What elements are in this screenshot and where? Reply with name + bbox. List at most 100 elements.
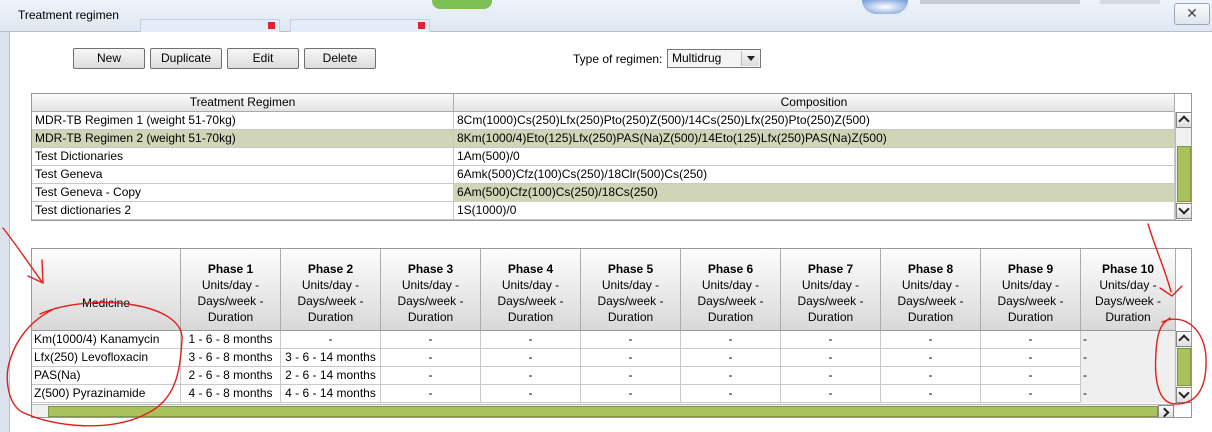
column-header-phase-8[interactable]: Phase 8 Units/day - Days/week - Duration bbox=[881, 249, 981, 331]
phase-dosage-cell[interactable]: - bbox=[281, 331, 381, 349]
chevron-down-icon[interactable] bbox=[741, 51, 759, 66]
phase-dosage-cell[interactable]: - bbox=[681, 367, 781, 385]
phase-dosage-cell[interactable]: - bbox=[1081, 367, 1176, 385]
background-app-graphic bbox=[920, 0, 1080, 4]
phase-dosage-cell[interactable]: - bbox=[981, 385, 1081, 403]
column-header-phase-5[interactable]: Phase 5 Units/day - Days/week - Duration bbox=[581, 249, 681, 331]
phase-dosage-cell[interactable]: - bbox=[981, 367, 1081, 385]
regimen-row[interactable]: Test Geneva 6Amk(500)Cfz(100)Cs(250)/18C… bbox=[32, 166, 1175, 184]
regimen-row[interactable]: Test dictionaries 2 1S(1000)/0 bbox=[32, 202, 1175, 220]
phase-dosage-cell[interactable]: - bbox=[581, 385, 681, 403]
phase-dosage-cell[interactable]: - bbox=[381, 367, 481, 385]
scroll-down-icon[interactable] bbox=[1176, 203, 1191, 219]
phase-dosage-cell[interactable]: - bbox=[881, 367, 981, 385]
phase-dosage-cell[interactable]: - bbox=[381, 385, 481, 403]
phase-dosage-cell[interactable]: - bbox=[781, 385, 881, 403]
medicine-row[interactable]: Z(500) Pyrazinamide 4 - 6 - 8 months 4 - 6… bbox=[32, 385, 1176, 403]
regimen-composition: 1Am(500)/0 bbox=[454, 148, 1175, 166]
new-button[interactable]: New bbox=[73, 48, 145, 69]
phase-title: Phase 4 bbox=[507, 262, 554, 276]
phase-dosage-cell[interactable]: - bbox=[781, 349, 881, 367]
phase-subtitle: Days/week - bbox=[797, 294, 864, 308]
medicine-vertical-scrollbar[interactable] bbox=[1175, 331, 1191, 404]
scroll-thumb[interactable] bbox=[1177, 146, 1191, 202]
close-button[interactable]: ✕ bbox=[1174, 3, 1210, 25]
phase-subtitle: Units/day - bbox=[501, 278, 560, 292]
phase-subtitle: Duration bbox=[307, 310, 354, 324]
column-header-phase-2[interactable]: Phase 2 Units/day - Days/week - Duration bbox=[281, 249, 381, 331]
phase-dosage-cell[interactable]: 4 - 6 - 14 months bbox=[281, 385, 381, 403]
phase-title: Phase 8 bbox=[907, 262, 954, 276]
phase-dosage-cell[interactable]: - bbox=[381, 349, 481, 367]
scroll-thumb[interactable] bbox=[1177, 348, 1191, 386]
phase-dosage-cell[interactable]: - bbox=[1081, 349, 1176, 367]
background-tab bbox=[140, 19, 280, 32]
phase-dosage-cell[interactable]: - bbox=[681, 331, 781, 349]
column-header-phase-10[interactable]: Phase 10 Units/day - Days/week - Duration bbox=[1081, 249, 1176, 331]
column-header-medicine[interactable]: Medicine bbox=[32, 249, 181, 331]
phase-dosage-cell[interactable]: - bbox=[1081, 385, 1176, 403]
phase-dosage-cell[interactable]: - bbox=[881, 349, 981, 367]
phase-dosage-cell[interactable]: 2 - 6 - 14 months bbox=[281, 367, 381, 385]
duplicate-button[interactable]: Duplicate bbox=[150, 48, 222, 69]
scroll-thumb-horizontal[interactable] bbox=[48, 406, 1158, 417]
phase-dosage-cell[interactable]: - bbox=[781, 367, 881, 385]
regimen-composition: 1S(1000)/0 bbox=[454, 202, 1175, 220]
delete-button[interactable]: Delete bbox=[304, 48, 376, 69]
column-header-phase-3[interactable]: Phase 3 Units/day - Days/week - Duration bbox=[381, 249, 481, 331]
column-header-phase-9[interactable]: Phase 9 Units/day - Days/week - Duration bbox=[981, 249, 1081, 331]
phase-subtitle: Units/day - bbox=[1099, 278, 1157, 292]
phase-dosage-cell[interactable]: - bbox=[781, 331, 881, 349]
phase-subtitle: Duration bbox=[607, 310, 654, 324]
phase-subtitle: Days/week - bbox=[897, 294, 964, 308]
phase-dosage-cell[interactable]: - bbox=[881, 331, 981, 349]
phase-dosage-cell[interactable]: - bbox=[481, 367, 581, 385]
phase-dosage-cell[interactable]: - bbox=[1081, 331, 1176, 349]
regimen-vertical-scrollbar[interactable] bbox=[1175, 112, 1191, 220]
phase-dosage-cell[interactable]: 2 - 6 - 8 months bbox=[181, 367, 281, 385]
medicine-row[interactable]: PAS(Na) 2 - 6 - 8 months 2 - 6 - 14 months… bbox=[32, 367, 1176, 385]
medicine-horizontal-scrollbar[interactable] bbox=[32, 404, 1175, 417]
column-header-phase-7[interactable]: Phase 7 Units/day - Days/week - Duration bbox=[781, 249, 881, 331]
phase-dosage-cell[interactable]: 1 - 6 - 8 months bbox=[181, 331, 281, 349]
phase-dosage-cell[interactable]: 3 - 6 - 8 months bbox=[181, 349, 281, 367]
scroll-up-icon[interactable] bbox=[1176, 112, 1191, 128]
regimen-row-selected[interactable]: MDR-TB Regimen 2 (weight 51-70kg) 8Km(10… bbox=[32, 130, 1175, 148]
scroll-down-icon[interactable] bbox=[1176, 387, 1191, 403]
regimen-row[interactable]: Test Dictionaries 1Am(500)/0 bbox=[32, 148, 1175, 166]
phase-dosage-cell[interactable]: - bbox=[381, 331, 481, 349]
phase-dosage-cell[interactable]: - bbox=[581, 367, 681, 385]
column-header-phase-1[interactable]: Phase 1 Units/day - Days/week - Duration bbox=[181, 249, 281, 331]
edit-button[interactable]: Edit bbox=[227, 48, 299, 69]
phase-dosage-cell[interactable]: 3 - 6 - 14 months bbox=[281, 349, 381, 367]
phase-dosage-cell[interactable]: - bbox=[581, 349, 681, 367]
medicine-row[interactable]: Km(1000/4) Kanamycin 1 - 6 - 8 months - - - -… bbox=[32, 331, 1176, 349]
regimen-type-select[interactable]: Multidrug bbox=[667, 49, 761, 68]
phase-subtitle: Duration bbox=[1105, 310, 1151, 324]
regimen-type-label: Type of regimen: bbox=[573, 52, 663, 66]
phase-dosage-cell[interactable]: - bbox=[481, 349, 581, 367]
phase-dosage-cell[interactable]: - bbox=[681, 385, 781, 403]
phase-subtitle: Days/week - bbox=[697, 294, 764, 308]
scroll-up-icon[interactable] bbox=[1176, 331, 1191, 347]
column-header-phase-4[interactable]: Phase 4 Units/day - Days/week - Duration bbox=[481, 249, 581, 331]
column-header-composition[interactable]: Composition bbox=[454, 94, 1175, 112]
phase-dosage-cell[interactable]: - bbox=[681, 349, 781, 367]
phase-dosage-cell[interactable]: - bbox=[981, 349, 1081, 367]
medicine-row[interactable]: Lfx(250) Levofloxacin 3 - 6 - 8 months 3 -… bbox=[32, 349, 1176, 367]
phase-dosage-cell[interactable]: - bbox=[481, 331, 581, 349]
phase-dosage-cell[interactable]: - bbox=[481, 385, 581, 403]
phase-subtitle: Duration bbox=[407, 310, 454, 324]
column-header-phase-6[interactable]: Phase 6 Units/day - Days/week - Duration bbox=[681, 249, 781, 331]
regimen-row[interactable]: MDR-TB Regimen 1 (weight 51-70kg) 8Cm(10… bbox=[32, 112, 1175, 130]
regimen-row[interactable]: Test Geneva - Copy 6Am(500)Cfz(100)Cs(25… bbox=[32, 184, 1175, 202]
phase-dosage-cell[interactable]: - bbox=[581, 331, 681, 349]
phase-subtitle: Duration bbox=[507, 310, 554, 324]
scroll-right-icon[interactable] bbox=[1158, 405, 1174, 417]
phase-dosage-cell[interactable]: - bbox=[881, 385, 981, 403]
phase-dosage-cell[interactable]: 4 - 6 - 8 months bbox=[181, 385, 281, 403]
column-header-treatment-regimen[interactable]: Treatment Regimen bbox=[32, 94, 454, 112]
phase-subtitle: Units/day - bbox=[201, 278, 260, 292]
phase-dosage-cell[interactable]: - bbox=[981, 331, 1081, 349]
close-icon: ✕ bbox=[1186, 5, 1198, 21]
